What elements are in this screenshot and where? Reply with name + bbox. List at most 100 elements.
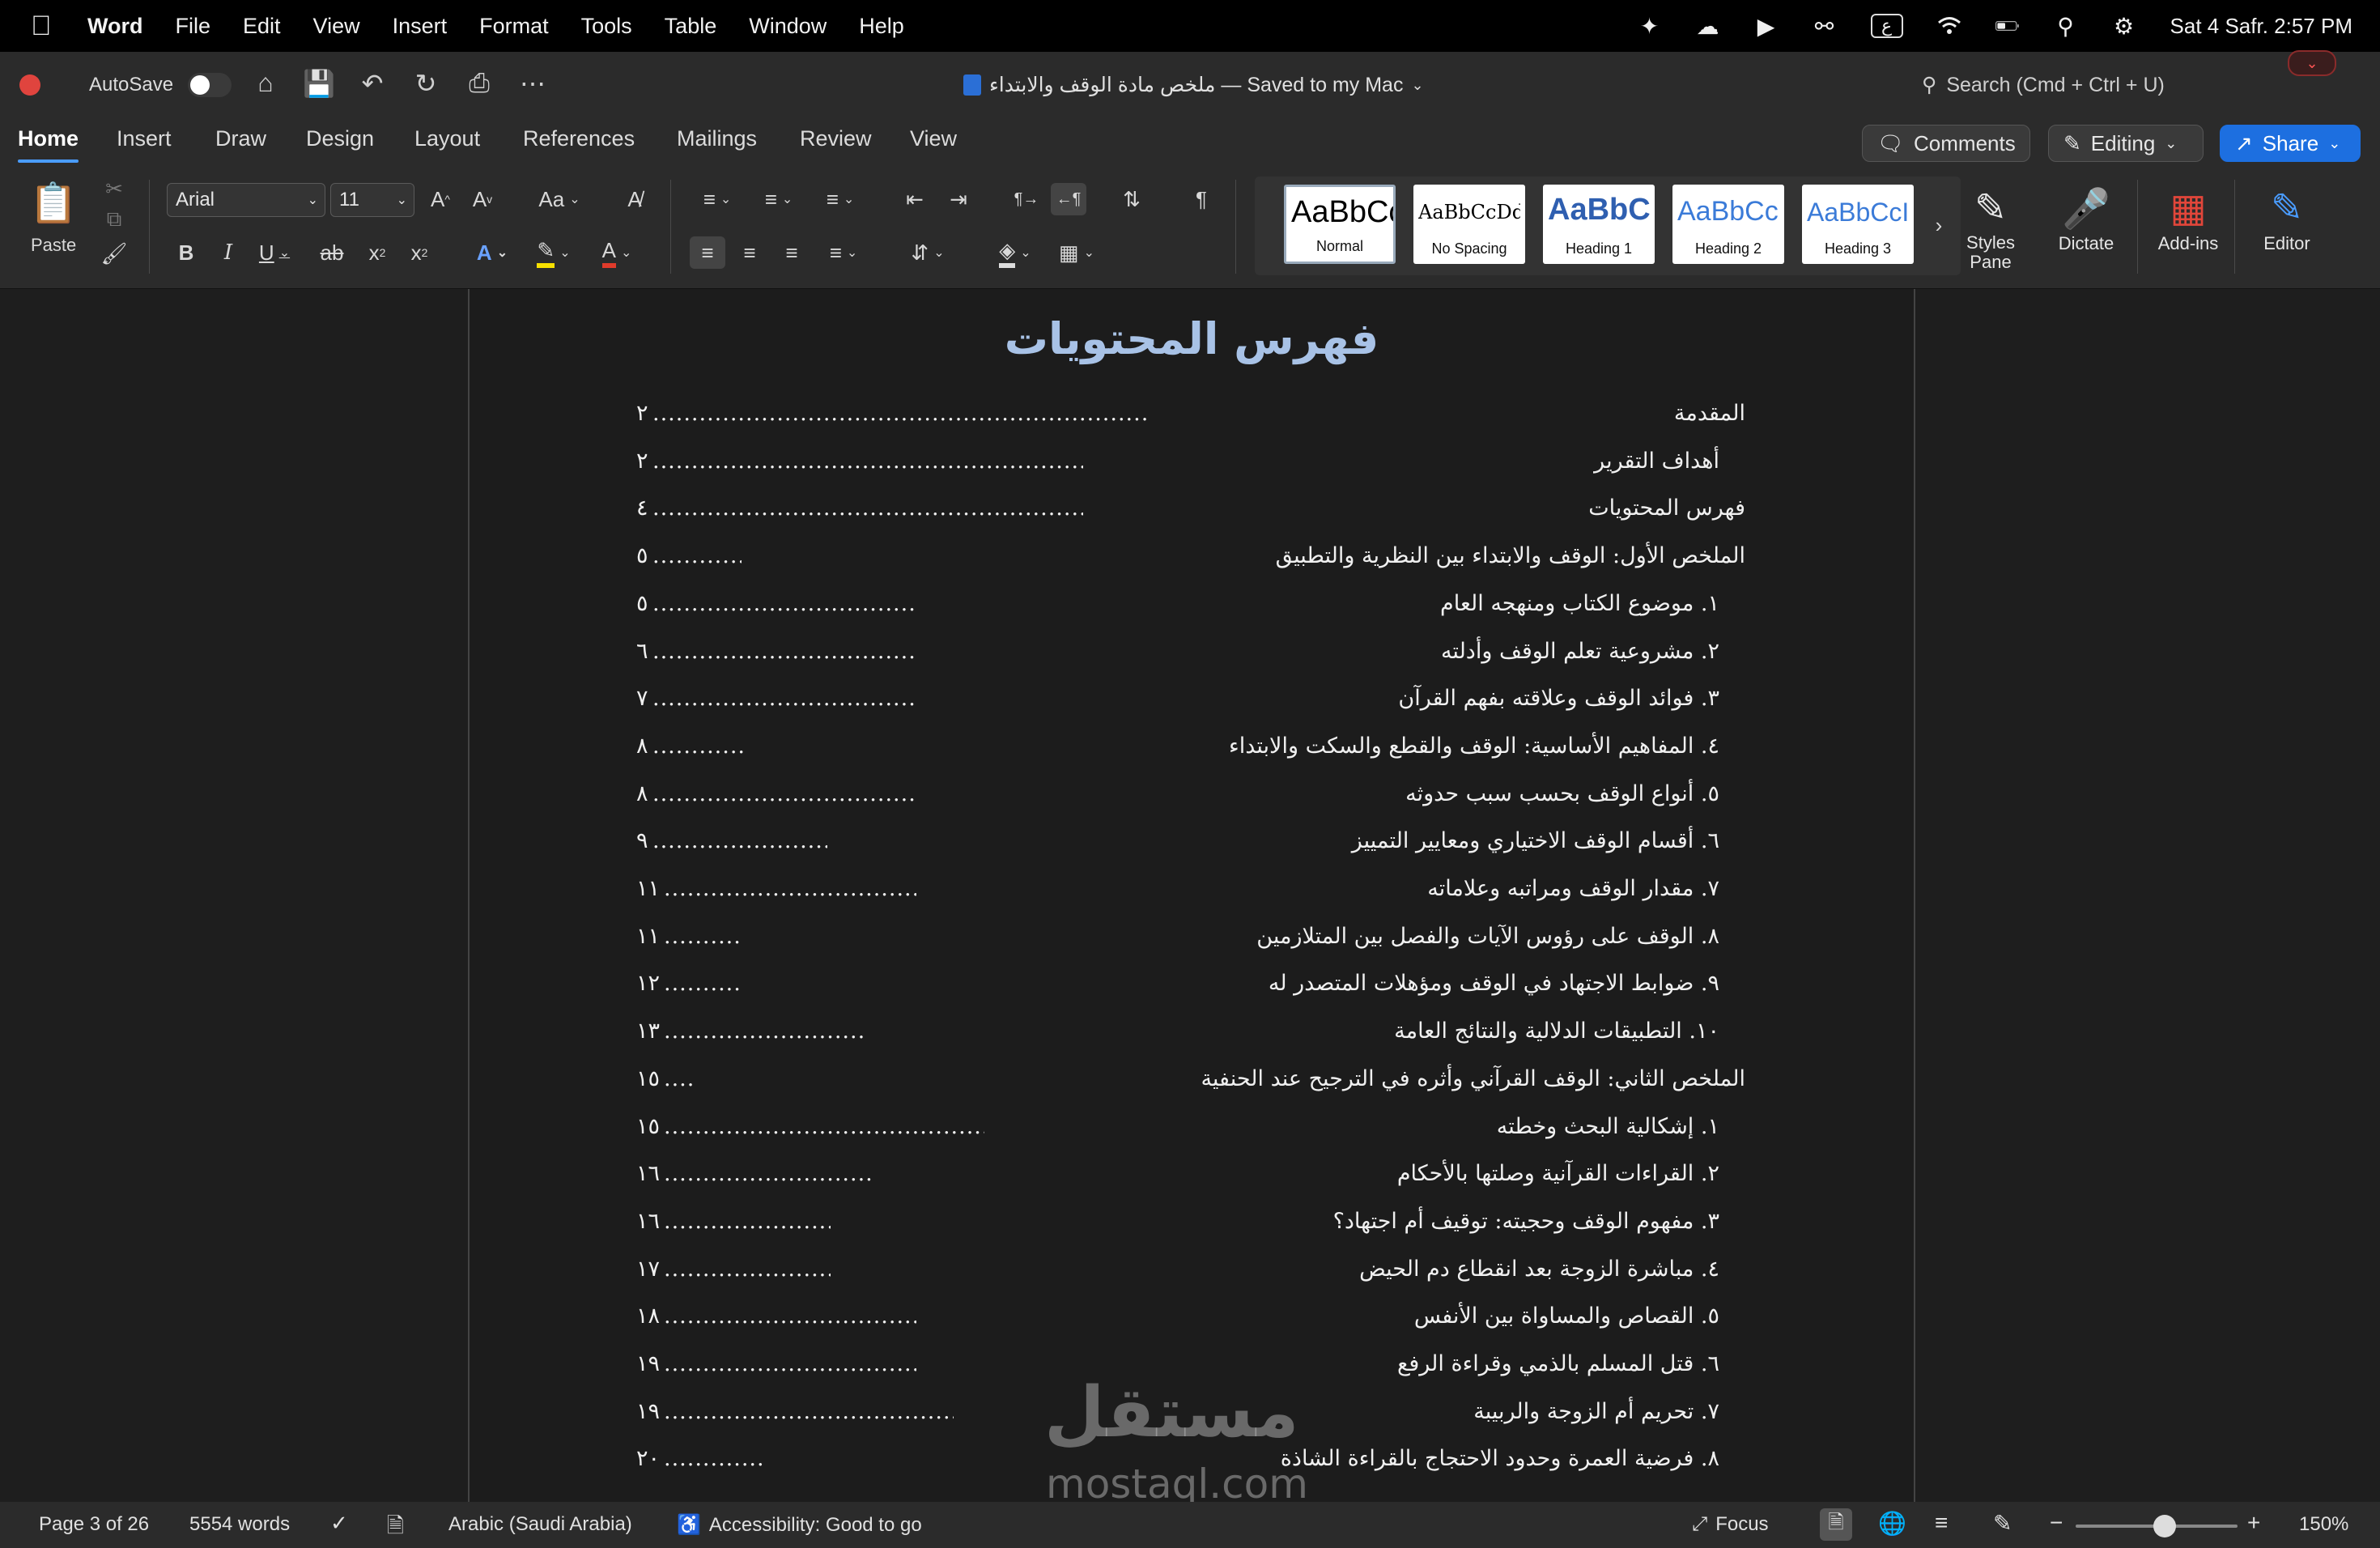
numbering-icon[interactable]: ≡ ⌄ <box>753 183 805 215</box>
styles-pane-button[interactable]: ✎ Styles Pane <box>1954 183 2027 272</box>
style-heading-1[interactable]: AaBbCc Heading 1 <box>1543 185 1655 264</box>
autosave-control[interactable]: AutoSave <box>89 73 232 97</box>
superscript-icon[interactable]: x2 <box>405 236 434 269</box>
dictate-button[interactable]: 🎤 Dictate <box>2050 183 2123 254</box>
page-count[interactable]: Page 3 of 26 <box>39 1513 149 1536</box>
change-case-button[interactable]: Aa ⌄ <box>533 183 586 215</box>
menu-view[interactable]: View <box>313 14 360 39</box>
menu-window[interactable]: Window <box>749 14 827 39</box>
save-icon[interactable]: 💾 <box>303 68 335 99</box>
underline-icon[interactable]: U ⌄ <box>254 236 295 269</box>
toc-entry[interactable]: ١٥......................................… <box>636 1114 1745 1146</box>
shading-icon[interactable]: ◈ ⌄ <box>989 236 1041 269</box>
zoom-in-button[interactable]: + <box>2247 1510 2260 1536</box>
accessibility-status[interactable]: ♿ Accessibility: Good to go <box>677 1513 922 1537</box>
clipboard-icon[interactable]: 📋 <box>21 178 86 227</box>
menubar-clock[interactable]: Sat 4 Safr. 2:57 PM <box>2170 14 2352 39</box>
text-effects-icon[interactable]: A ⌄ <box>468 236 516 269</box>
toc-entry[interactable]: ٤.......................................… <box>636 495 1745 528</box>
close-window-button[interactable] <box>19 74 40 96</box>
podcast-icon[interactable]: ⚯ <box>1813 14 1837 39</box>
search-input[interactable]: ⚲ Search (Cmd + Ctrl + U) <box>1922 73 2165 97</box>
document-workspace[interactable]: فهرس المحتويات ٢........................… <box>0 289 2380 1502</box>
tab-review[interactable]: Review <box>800 126 872 151</box>
wifi-icon[interactable] <box>1937 14 1961 38</box>
menu-file[interactable]: File <box>176 14 211 39</box>
focus-button[interactable]: ⤢ Focus <box>1692 1513 1769 1536</box>
undo-icon[interactable]: ↶ <box>356 68 389 99</box>
line-spacing-icon[interactable]: ⇵ ⌄ <box>902 236 954 269</box>
align-right-icon[interactable]: ≡ <box>776 236 808 269</box>
toc-entry[interactable]: ٥.......................................… <box>636 543 1745 576</box>
menu-format[interactable]: Format <box>479 14 549 39</box>
toc-entry[interactable]: ١٥......................................… <box>636 1066 1745 1099</box>
home-icon[interactable]: ⌂ <box>249 68 282 99</box>
toc-title[interactable]: فهرس المحتويات <box>470 313 1914 364</box>
tab-home[interactable]: Home <box>18 126 79 163</box>
toc-entry[interactable]: ١١......................................… <box>636 876 1745 908</box>
clear-formatting-icon[interactable]: A̸ <box>618 183 651 215</box>
add-ins-button[interactable]: ▦ Add-ins <box>2152 183 2225 254</box>
word-count[interactable]: 5554 words <box>189 1513 290 1536</box>
font-color-icon[interactable]: A ⌄ <box>591 236 643 269</box>
print-layout-icon[interactable]: 🗎 <box>1820 1508 1852 1541</box>
menu-table[interactable]: Table <box>665 14 717 39</box>
toc-entry[interactable]: ٨.......................................… <box>636 781 1745 814</box>
toc-entry[interactable]: ٦.......................................… <box>636 639 1745 671</box>
language-indicator[interactable]: Arabic (Saudi Arabia) <box>448 1513 632 1536</box>
toc-entry[interactable]: ١٣......................................… <box>636 1019 1745 1051</box>
input-source-icon[interactable]: ع <box>1870 14 1903 38</box>
style-heading-2[interactable]: AaBbCcI Heading 2 <box>1672 185 1784 264</box>
toc-entry[interactable]: ١١......................................… <box>636 924 1745 956</box>
toc-entry[interactable]: ١٨......................................… <box>636 1303 1745 1336</box>
print-icon[interactable]: ⎙ <box>463 68 495 99</box>
tab-draw[interactable]: Draw <box>215 126 266 151</box>
battery-icon[interactable] <box>1995 14 2020 38</box>
more-icon[interactable]: ⋯ <box>516 68 549 99</box>
toc-entry[interactable]: ١٦......................................… <box>636 1209 1745 1241</box>
play-circle-icon[interactable]: ▶ <box>1754 14 1779 39</box>
outline-view-icon[interactable]: ≡ <box>1935 1510 1948 1536</box>
format-painter-icon[interactable]: 🖌 <box>101 241 128 266</box>
zoom-slider-handle[interactable] <box>2153 1515 2176 1537</box>
spotlight-search-icon[interactable]: ⚲ <box>2054 14 2078 39</box>
ltr-direction-icon[interactable]: ¶→ <box>1010 183 1043 215</box>
toc-entry[interactable]: ١٢......................................… <box>636 971 1745 1003</box>
editor-button[interactable]: ✎ Editor <box>2250 183 2323 254</box>
document-page[interactable]: فهرس المحتويات ٢........................… <box>468 289 1915 1502</box>
show-formatting-marks-icon[interactable]: ¶ <box>1185 183 1218 215</box>
toc-entry[interactable]: ٨.......................................… <box>636 734 1745 766</box>
increase-indent-icon[interactable]: ⇥ <box>942 183 975 215</box>
editing-mode-button[interactable]: ✎ Editing ⌄ <box>2048 125 2204 162</box>
font-size-select[interactable]: 11 ⌄ <box>330 183 414 217</box>
style-heading-3[interactable]: AaBbCcI Heading 3 <box>1802 185 1914 264</box>
grow-font-icon[interactable]: A ^ <box>426 183 455 215</box>
copy-icon[interactable]: ⧉ <box>102 206 126 232</box>
multilevel-list-icon[interactable]: ≡ ⌄ <box>814 183 866 215</box>
sort-icon[interactable]: ⇅ <box>1116 183 1148 215</box>
toc-entry[interactable]: ٩.......................................… <box>636 828 1745 861</box>
comments-button[interactable]: 🗨 Comments <box>1862 125 2030 162</box>
borders-icon[interactable]: ▦ ⌄ <box>1051 236 1103 269</box>
menu-tools[interactable]: Tools <box>581 14 632 39</box>
redo-icon[interactable]: ↻ <box>410 68 442 99</box>
rtl-direction-icon[interactable]: ←¶ <box>1051 183 1086 215</box>
tab-insert[interactable]: Insert <box>117 126 172 151</box>
tab-design[interactable]: Design <box>306 126 374 151</box>
apple-icon[interactable]:  <box>31 11 55 42</box>
zoom-out-button[interactable]: − <box>2050 1510 2063 1536</box>
collapse-ribbon-button[interactable]: ⌄ <box>2288 50 2336 76</box>
document-check-icon[interactable]: 🗎 <box>387 1511 404 1546</box>
toc-entry[interactable]: ٢.......................................… <box>636 449 1745 481</box>
document-title[interactable]: ملخص مادة الوقف والابتداء — Saved to my … <box>963 73 1424 97</box>
paste-button-label[interactable]: Paste <box>31 235 76 256</box>
menu-app-word[interactable]: Word <box>87 14 143 39</box>
draft-view-icon[interactable]: ✎ <box>1993 1510 2012 1537</box>
toc-entry[interactable]: ٥.......................................… <box>636 591 1745 623</box>
font-name-select[interactable]: Arial ⌄ <box>167 183 325 217</box>
menu-help[interactable]: Help <box>859 14 904 39</box>
tab-mailings[interactable]: Mailings <box>677 126 757 151</box>
chevron-right-icon[interactable]: › <box>1927 209 1951 241</box>
menu-insert[interactable]: Insert <box>393 14 448 39</box>
web-layout-icon[interactable]: 🌐 <box>1878 1510 1906 1537</box>
